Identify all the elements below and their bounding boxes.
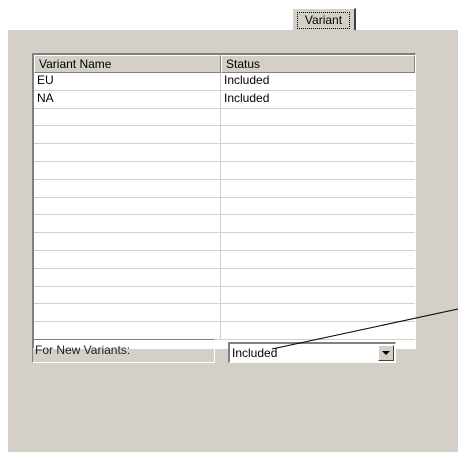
variant-name-cell[interactable] xyxy=(34,215,221,234)
status-cell[interactable] xyxy=(221,215,415,234)
status-cell[interactable]: Included xyxy=(221,73,415,91)
variant-name-cell[interactable] xyxy=(34,179,221,198)
table-row[interactable] xyxy=(34,233,415,251)
status-cell[interactable] xyxy=(221,162,415,180)
tab-variant-label: Variant xyxy=(297,12,350,29)
variant-grid[interactable]: Variant Name Status EU Included NA Included xyxy=(32,53,416,349)
table-row[interactable]: EU Included xyxy=(34,73,415,91)
status-cell[interactable] xyxy=(221,251,415,269)
table-row[interactable] xyxy=(34,304,415,323)
variant-name-cell[interactable] xyxy=(34,126,221,145)
table-row[interactable] xyxy=(34,197,415,216)
status-cell[interactable]: Included xyxy=(221,91,415,109)
variant-name-cell[interactable] xyxy=(34,197,221,216)
table-row[interactable] xyxy=(34,161,415,180)
grid-header: Variant Name Status xyxy=(34,55,415,73)
table-row[interactable] xyxy=(34,126,415,145)
variant-name-cell[interactable] xyxy=(34,144,221,162)
variant-name-cell[interactable]: NA xyxy=(34,90,221,109)
variant-name-cell[interactable] xyxy=(34,304,221,323)
variant-name-cell[interactable] xyxy=(34,108,221,127)
status-cell[interactable] xyxy=(221,180,415,198)
status-cell[interactable] xyxy=(221,233,415,251)
status-cell[interactable] xyxy=(221,198,415,216)
status-cell[interactable] xyxy=(221,144,415,162)
table-row[interactable] xyxy=(34,215,415,234)
dropdown-button[interactable] xyxy=(378,345,394,361)
variant-name-cell[interactable]: EU xyxy=(34,73,221,91)
variant-name-cell[interactable] xyxy=(34,268,221,287)
status-cell[interactable] xyxy=(221,269,415,287)
tab-variant[interactable]: Variant xyxy=(292,8,356,30)
variant-name-cell[interactable] xyxy=(34,161,221,180)
chevron-down-icon xyxy=(382,351,390,355)
table-row[interactable] xyxy=(34,322,415,340)
variant-panel: Variant Name Status EU Included NA Included… xyxy=(7,29,458,452)
table-row[interactable] xyxy=(34,179,415,198)
variant-name-cell[interactable] xyxy=(34,233,221,251)
variant-name-cell[interactable] xyxy=(34,322,221,340)
new-variants-status-select[interactable]: Included xyxy=(228,342,396,363)
column-header-variant-name[interactable]: Variant Name xyxy=(34,55,221,73)
table-row[interactable] xyxy=(34,268,415,287)
status-cell[interactable] xyxy=(221,109,415,127)
status-cell[interactable] xyxy=(221,287,415,305)
variant-name-cell[interactable] xyxy=(34,250,221,269)
table-row[interactable]: NA Included xyxy=(34,90,415,109)
column-header-status[interactable]: Status xyxy=(221,55,415,73)
variant-name-cell[interactable] xyxy=(34,286,221,305)
status-cell[interactable] xyxy=(221,126,415,145)
new-variants-status-value: Included xyxy=(232,346,278,360)
table-row[interactable] xyxy=(34,144,415,162)
table-row[interactable] xyxy=(34,286,415,305)
table-row[interactable] xyxy=(34,108,415,127)
status-cell[interactable] xyxy=(221,304,415,323)
grid-body: EU Included NA Included xyxy=(34,73,415,340)
status-cell[interactable] xyxy=(221,322,415,340)
new-variants-label: For New Variants: xyxy=(32,339,215,363)
table-row[interactable] xyxy=(34,250,415,269)
